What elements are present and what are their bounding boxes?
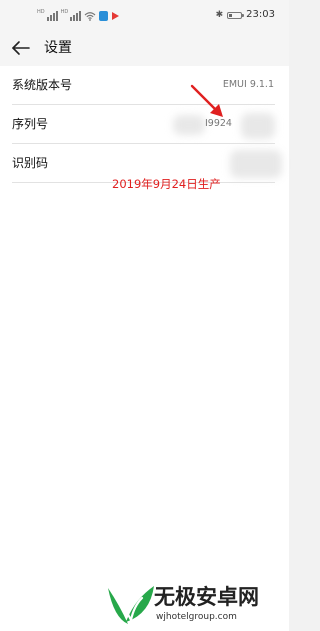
watermark-url: wjhotelgroup.com	[156, 612, 237, 622]
battery-level-fill	[229, 13, 233, 17]
app-notification-icon	[112, 12, 120, 20]
status-time: 23:03	[246, 9, 275, 20]
list-item-serial-number[interactable]: 序列号 I9924	[0, 105, 289, 143]
leaf-logo-icon	[108, 586, 154, 624]
hd-signal-icon: HD	[37, 9, 58, 21]
red-arrow-annotation	[190, 84, 223, 117]
row-label: 序列号	[12, 117, 49, 131]
row-label: 识别码	[12, 156, 49, 170]
watermark-title: 无极安卓网	[154, 585, 259, 609]
hd-signal-icon: HD	[61, 9, 82, 21]
wifi-icon	[84, 12, 96, 21]
annotation-text: 2019年9月24日生产	[112, 177, 221, 191]
row-label: 系统版本号	[12, 78, 73, 92]
list-item-system-version[interactable]: 系统版本号 EMUI 9.1.1	[0, 66, 289, 104]
redaction-blur	[230, 150, 282, 178]
status-icons-right: ✱ 23:03	[216, 9, 275, 21]
battery-icon	[227, 11, 245, 19]
redaction-blur	[241, 113, 275, 139]
status-bar: HD HD ✱ 23:03	[0, 0, 289, 30]
watermark: 无极安卓网 wjhotelgroup.com	[104, 580, 294, 628]
arrow-left-icon[interactable]	[8, 35, 34, 61]
status-icons-left: HD HD	[37, 9, 120, 21]
page-title: 设置	[44, 40, 72, 56]
settings-list: 系统版本号 EMUI 9.1.1 序列号 I9924 识别码	[0, 66, 289, 631]
bluetooth-icon: ✱	[215, 10, 224, 20]
row-value: EMUI 9.1.1	[222, 79, 274, 90]
app-notification-icon	[99, 11, 109, 21]
header: 设置	[0, 30, 289, 66]
